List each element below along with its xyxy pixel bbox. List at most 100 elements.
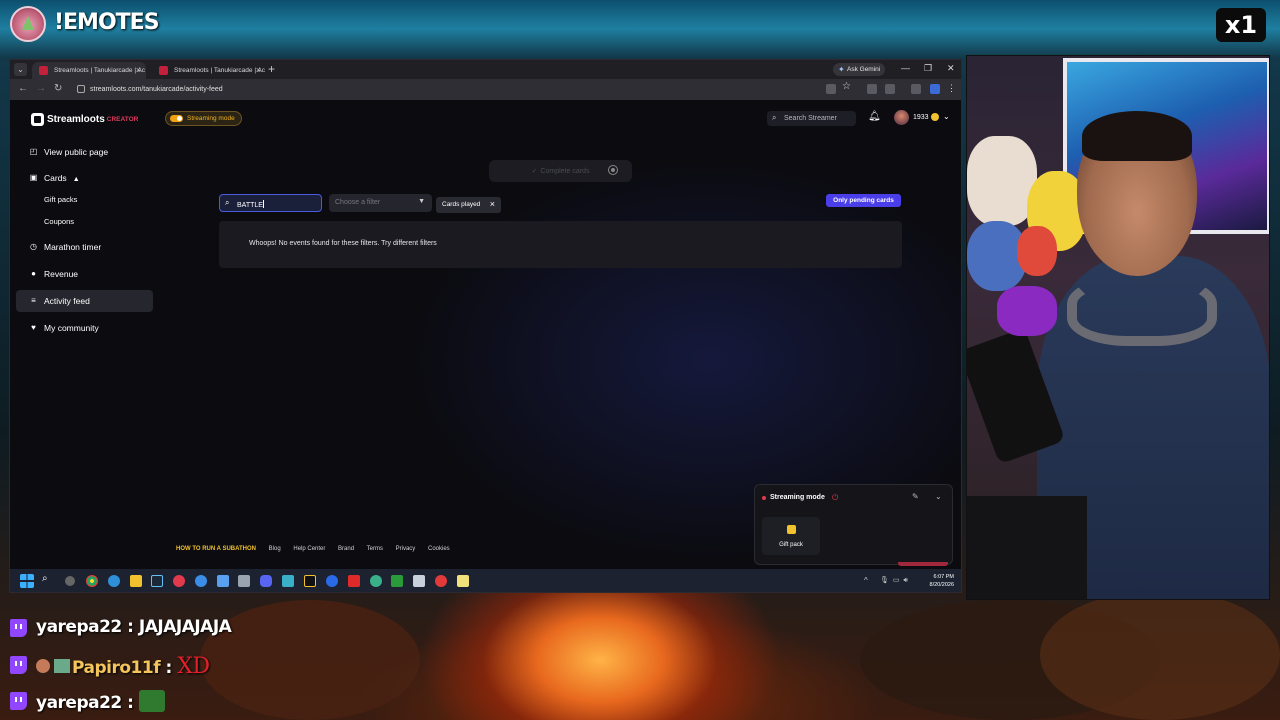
activity-icon: ≡ [31, 296, 36, 305]
search-streamer-input[interactable]: ⌕ Search Streamer [767, 111, 856, 126]
footer-link-privacy[interactable]: Privacy [396, 546, 416, 552]
app-icon[interactable] [195, 575, 207, 587]
complete-cards-button[interactable]: ✓ Complete cards [489, 160, 632, 182]
translate-icon[interactable] [826, 84, 836, 94]
footer-link-blog[interactable]: Blog [269, 546, 281, 552]
sidebar-item-label: Marathon timer [44, 242, 102, 252]
notes-icon[interactable] [457, 575, 469, 587]
forward-arrow-icon[interactable]: → [36, 83, 46, 94]
event-search-input[interactable]: ⌕ BATTLE [219, 194, 322, 212]
browser-menu-icon[interactable]: ⋮ [947, 83, 956, 94]
avatar[interactable] [894, 110, 909, 125]
streaming-mode-label: Streaming mode [187, 115, 235, 122]
only-pending-cards-button[interactable]: Only pending cards [826, 194, 901, 207]
chrome-icon[interactable] [86, 575, 98, 587]
streamloots-logo[interactable]: Streamloots CREATOR [31, 111, 138, 127]
tab-streamloots-active[interactable]: Streamloots | Tanukiarcade | Ac × [32, 62, 146, 79]
sidebar-item-my-community[interactable]: ♥ My community [16, 317, 153, 339]
streaming-mode-toggle[interactable]: Streaming mode [165, 111, 242, 126]
media-icon[interactable] [911, 84, 921, 94]
extensions-puzzle-icon[interactable] [885, 84, 895, 94]
url-field[interactable]: streamloots.com/tanukiarcade/activity-fe… [72, 82, 672, 97]
emote-icon [10, 6, 46, 42]
ask-gemini-button[interactable]: ✦ Ask Gemini [833, 63, 885, 76]
sidebar-item-activity-feed[interactable]: ≡ Activity feed [16, 290, 153, 312]
pepe-emote-icon [138, 690, 165, 712]
edit-pencil-icon[interactable]: ✎ [912, 492, 919, 501]
restore-icon[interactable]: ❐ [924, 63, 932, 74]
close-window-icon[interactable]: ✕ [947, 63, 955, 74]
app-icon[interactable] [304, 575, 316, 587]
sidebar-item-marathon-timer[interactable]: ◷ Marathon timer [16, 236, 153, 258]
community-icon: ♥ [31, 323, 36, 332]
system-tray-icons[interactable]: 🎙︎▭🔊︎ [880, 576, 912, 585]
close-tab-icon[interactable]: × [256, 65, 261, 75]
tab-search-icon[interactable]: ⌄ [14, 63, 27, 76]
power-icon[interactable]: ⏻ [832, 493, 838, 503]
gemini-icon: ✦ [838, 65, 845, 74]
steam-icon[interactable] [151, 575, 163, 587]
site-info-icon[interactable] [77, 85, 85, 93]
footer-link-brand[interactable]: Brand [338, 546, 354, 552]
file-explorer-icon[interactable] [130, 575, 142, 587]
address-bar-row: ← → ↻ streamloots.com/tanukiarcade/activ… [10, 79, 961, 100]
sidebar-item-coupons[interactable]: Coupons [16, 211, 153, 233]
app-icon[interactable] [238, 575, 250, 587]
back-arrow-icon[interactable]: ← [18, 83, 28, 94]
bell-icon[interactable]: 🔔︎ [868, 111, 881, 122]
search-icon[interactable]: ⌕ [42, 573, 54, 585]
external-page-icon: ◰ [29, 147, 38, 156]
page-footer: HOW TO RUN A SUBATHON Blog Help Center B… [176, 546, 461, 552]
app-icon[interactable] [435, 575, 447, 587]
footer-link-subathon[interactable]: HOW TO RUN A SUBATHON [176, 546, 256, 552]
sidebar-item-view-public-page[interactable]: ◰ View public page [16, 141, 153, 163]
twitch-icon [10, 619, 27, 637]
chevron-up-icon[interactable]: ^ [864, 576, 868, 585]
bookmark-star-icon[interactable]: ☆ [842, 81, 852, 92]
gift-pack-button[interactable]: Gift pack [762, 517, 820, 555]
filter-select[interactable]: Choose a filter ▼ [329, 194, 432, 212]
app-icon[interactable] [173, 575, 185, 587]
footer-link-cookies[interactable]: Cookies [428, 546, 450, 552]
logo-name: Streamloots [47, 114, 105, 126]
close-icon[interactable]: × [490, 199, 495, 209]
sidebar-item-cards[interactable]: ▣ Cards ▲ [16, 167, 153, 189]
sidebar-item-revenue[interactable]: ● Revenue [16, 263, 153, 285]
footer-link-help-center[interactable]: Help Center [293, 546, 325, 552]
reload-icon[interactable]: ↻ [54, 83, 62, 94]
streamloots-favicon-icon [159, 66, 168, 75]
app-icon[interactable] [413, 575, 425, 587]
plush-toy-image [1017, 226, 1057, 276]
edge-icon[interactable] [108, 575, 120, 587]
excel-icon[interactable] [391, 575, 403, 587]
app-icon[interactable] [370, 575, 382, 587]
streamer-hair [1082, 111, 1192, 161]
extension-icon[interactable] [867, 84, 877, 94]
sidebar-item-gift-packs[interactable]: Gift packs [16, 189, 153, 211]
chevron-down-icon[interactable]: ⌄ [943, 112, 950, 121]
profile-icon[interactable] [930, 84, 940, 94]
new-tab-button[interactable]: + [268, 62, 275, 76]
chat-line: yarepa22 : JAJAJAJAJA [36, 617, 232, 637]
clock-time: 6:07 PM [933, 574, 954, 580]
task-view-icon[interactable] [65, 576, 75, 586]
chevron-down-icon[interactable]: ⌄ [935, 492, 942, 501]
discord-icon[interactable] [260, 575, 272, 587]
youtube-icon[interactable] [348, 575, 360, 587]
tab-streamloots[interactable]: Streamloots | Tanukiarcade | Ac × [152, 62, 266, 79]
close-tab-icon[interactable]: × [136, 65, 141, 75]
footer-link-terms[interactable]: Terms [367, 546, 383, 552]
filter-chip-cards-played[interactable]: Cards played × [436, 197, 501, 213]
check-icon: ✓ [531, 168, 538, 175]
streamloots-favicon-icon [39, 66, 48, 75]
taskbar-clock[interactable]: 6:07 PM 8/20/2026 [916, 573, 954, 589]
minimize-icon[interactable]: — [901, 63, 910, 73]
app-icon[interactable] [326, 575, 338, 587]
app-icon[interactable] [282, 575, 294, 587]
sidebar-item-label: Cards [44, 173, 67, 183]
sidebar-item-label: Coupons [44, 217, 75, 226]
cards-icon: ▣ [29, 173, 38, 182]
clock-date: 8/20/2026 [929, 582, 954, 588]
windows-start-icon[interactable] [20, 574, 34, 588]
app-icon[interactable] [217, 575, 229, 587]
